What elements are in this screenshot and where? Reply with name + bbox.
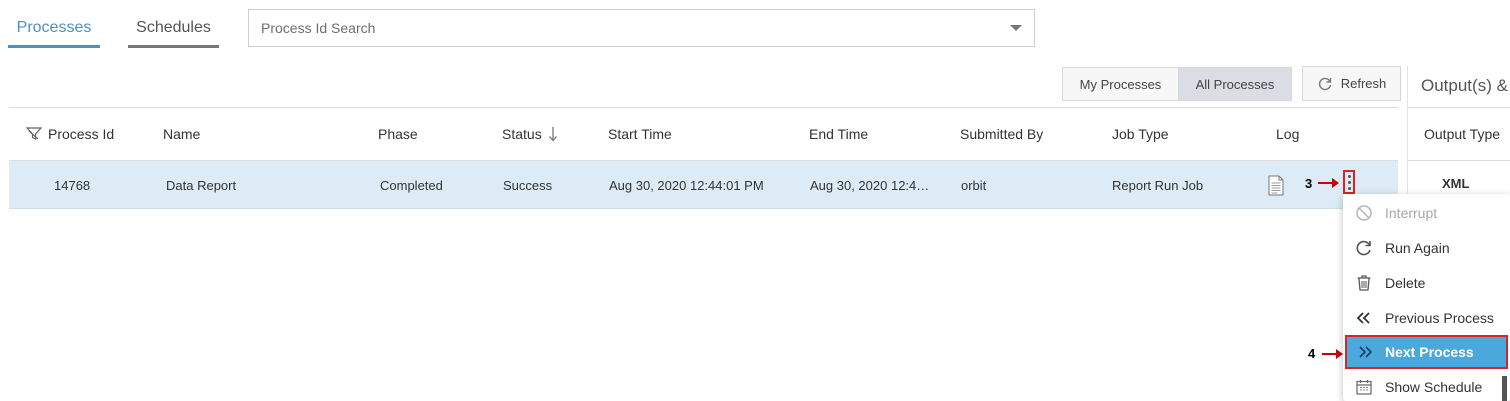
search-input[interactable] xyxy=(249,10,989,46)
row-actions-kebab-button[interactable] xyxy=(1343,170,1355,194)
menu-item-previous-process[interactable]: Previous Process xyxy=(1343,301,1510,335)
sort-down-arrow-icon xyxy=(548,127,557,142)
double-chevron-left-icon xyxy=(1356,312,1370,324)
column-header-process-id[interactable]: Process Id xyxy=(26,126,114,142)
annotation-arrow xyxy=(1318,178,1339,188)
divider xyxy=(1408,160,1510,161)
menu-item-label: Show Schedule xyxy=(1385,379,1483,395)
ban-icon xyxy=(1356,205,1372,221)
cell-process-id: 14768 xyxy=(54,178,91,193)
cell-name: Data Report xyxy=(166,178,237,193)
column-header-phase[interactable]: Phase xyxy=(378,126,418,142)
menu-item-interrupt[interactable]: Interrupt xyxy=(1343,196,1510,230)
refresh-icon xyxy=(1318,77,1331,90)
column-header-name[interactable]: Name xyxy=(163,126,200,142)
menu-item-label: Interrupt xyxy=(1385,205,1438,221)
all-processes-button[interactable]: All Processes xyxy=(1179,67,1292,101)
cell-job-type: Report Run Job xyxy=(1112,178,1204,193)
divider xyxy=(1408,107,1510,108)
my-processes-button[interactable]: My Processes xyxy=(1062,67,1179,101)
output-panel-title: Output(s) & xyxy=(1421,76,1508,95)
column-header-label: Job Type xyxy=(1112,126,1169,142)
column-header-log[interactable]: Log xyxy=(1276,126,1299,142)
tab-schedules[interactable]: Schedules xyxy=(128,10,219,48)
column-header-label: End Time xyxy=(809,126,869,142)
column-header-label: Status xyxy=(502,126,542,142)
column-header-label: Start Time xyxy=(608,126,672,142)
document-icon[interactable] xyxy=(1268,175,1284,196)
redo-icon xyxy=(1356,240,1371,256)
calendar-icon xyxy=(1356,380,1372,395)
cell-phase: Completed xyxy=(380,178,443,193)
double-chevron-right-icon xyxy=(1359,346,1373,358)
cell-submitted-by: orbit xyxy=(961,178,987,193)
process-id-search[interactable] xyxy=(248,9,1035,47)
annotation-arrow xyxy=(1322,349,1343,359)
step-3-annotation: 3 xyxy=(1305,176,1313,191)
scrollbar-thumb[interactable] xyxy=(1502,376,1507,401)
column-header-start-time[interactable]: Start Time xyxy=(608,126,672,142)
column-header-job-type[interactable]: Job Type xyxy=(1112,126,1169,142)
menu-item-label: Run Again xyxy=(1385,240,1450,256)
table-top-border xyxy=(9,107,1398,108)
column-header-submitted-by[interactable]: Submitted By xyxy=(960,126,1043,142)
column-header-label: Phase xyxy=(378,126,418,142)
dot-icon xyxy=(1347,186,1351,190)
column-header-label: Process Id xyxy=(48,126,115,142)
cell-status: Success xyxy=(503,178,553,193)
filter-icon[interactable] xyxy=(26,127,42,141)
column-header-label: Log xyxy=(1276,126,1300,142)
dot-icon xyxy=(1347,174,1351,178)
dot-icon xyxy=(1347,180,1351,184)
column-header-label: Name xyxy=(163,126,201,142)
menu-item-label: Next Process xyxy=(1385,344,1474,360)
refresh-button[interactable]: Refresh xyxy=(1302,66,1401,101)
refresh-label: Refresh xyxy=(1340,76,1387,91)
trash-icon xyxy=(1357,275,1371,291)
menu-item-show-schedule[interactable]: Show Schedule xyxy=(1343,370,1510,401)
tab-processes[interactable]: Processes xyxy=(8,10,100,48)
column-header-label: Submitted By xyxy=(960,126,1044,142)
row-actions-menu: Interrupt Run Again Delete Previous Proc… xyxy=(1343,194,1510,401)
step-4-annotation: 4 xyxy=(1308,346,1316,361)
output-type-header[interactable]: Output Type xyxy=(1424,126,1500,142)
menu-item-delete[interactable]: Delete xyxy=(1343,266,1510,300)
cell-start-time: Aug 30, 2020 12:44:01 PM xyxy=(609,178,764,193)
menu-item-run-again[interactable]: Run Again xyxy=(1343,231,1510,265)
output-type-value[interactable]: XML xyxy=(1442,176,1469,191)
menu-item-label: Previous Process xyxy=(1385,310,1494,326)
column-header-end-time[interactable]: End Time xyxy=(809,126,868,142)
column-header-status[interactable]: Status xyxy=(502,126,558,142)
menu-item-next-process[interactable]: Next Process xyxy=(1345,335,1508,369)
menu-item-label: Delete xyxy=(1385,275,1426,291)
chevron-down-icon[interactable] xyxy=(1010,25,1022,31)
cell-end-time: Aug 30, 2020 12:4… xyxy=(810,178,930,193)
